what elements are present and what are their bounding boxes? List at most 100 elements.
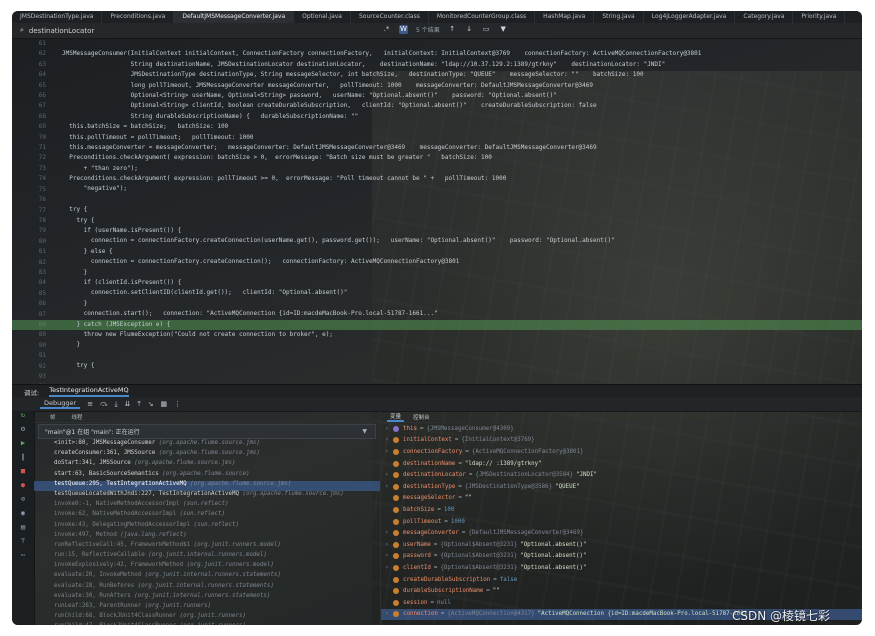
editor-tab[interactable]: Preconditions.java xyxy=(102,11,175,23)
editor-tab[interactable]: JMSDestinationType.java xyxy=(12,11,103,23)
trace-stream-icon[interactable]: ⋮ xyxy=(174,400,181,408)
stack-frame[interactable]: invoke:43, DelegatingMethodAccessorImpl … xyxy=(34,522,380,532)
stack-frame[interactable]: evaluate:28, RunBefores (org.junit.inter… xyxy=(34,583,380,593)
editor-tab[interactable]: HashMap.java xyxy=(535,11,595,23)
variable-row[interactable]: › connectionFactory = {ActiveMQConnectionFa… xyxy=(381,446,862,458)
rerun-icon[interactable]: ↻ xyxy=(12,411,34,425)
pause-icon[interactable]: ∥ xyxy=(12,453,34,467)
whole-word-toggle-icon[interactable]: W xyxy=(399,25,408,34)
variable-row[interactable]: › clientId = {Optional$Absent@3231} "Optiona… xyxy=(381,562,862,574)
run-to-cursor-icon[interactable]: ↘ xyxy=(148,400,154,408)
find-input[interactable]: destinationLocator xyxy=(29,27,94,35)
stack-frame[interactable]: evaluate:30, RunAfters (org.junit.intern… xyxy=(34,593,380,603)
more-icon[interactable]: ⋯ xyxy=(12,551,34,565)
editor-tab[interactable]: SourceCounter.class xyxy=(351,11,429,23)
stack-frame[interactable]: evaluate:20, InvokeMethod (org.junit.int… xyxy=(34,572,380,582)
editor-tab[interactable]: Log4jLoggerAdapter.java xyxy=(644,11,736,23)
expand-chevron-icon[interactable]: › xyxy=(385,472,393,478)
editor-tab[interactable]: DefaultJMSMessageConverter.java xyxy=(174,11,295,23)
select-all-occurrences-icon[interactable]: ▭ xyxy=(482,25,491,34)
filter-icon[interactable]: ▼ xyxy=(499,25,508,34)
editor-tab[interactable]: Priority.java xyxy=(793,11,846,23)
stop-icon[interactable]: ■ xyxy=(12,467,34,481)
variable-row[interactable]: createDurableSubscription = false xyxy=(381,574,862,586)
stack-frame[interactable]: invoke:497, Method (java.lang.reflect) xyxy=(34,532,380,542)
code-line: } xyxy=(62,341,81,349)
variable-row[interactable]: › initialContext = {InitialContext@3769} xyxy=(381,435,862,447)
debugger-tab[interactable]: Debugger xyxy=(40,399,81,409)
editor-tab[interactable]: Category.java xyxy=(735,11,794,23)
stack-frame[interactable]: runReflectiveCall:45, FrameworkMethod$1 … xyxy=(34,542,380,552)
variable-row[interactable]: › password = {Optional$Absent@3231} "Optiona… xyxy=(381,551,862,563)
stack-frame[interactable]: start:63, BasicSourceSemantics (org.apac… xyxy=(34,471,380,481)
variable-name: pollTimeout xyxy=(403,518,442,525)
code-editor[interactable]: 61 62 63 64 65 66 67 68 69 70 71 72 73 74 75 76 77 78 79 80… xyxy=(12,39,862,384)
expand-chevron-icon[interactable]: › xyxy=(385,611,393,617)
code-line: if (userName.isPresent()) { xyxy=(62,227,182,235)
step-out-icon[interactable]: ⤒ xyxy=(138,400,141,409)
stack-frame[interactable]: runLeaf:263, ParentRunner (org.junit.run… xyxy=(34,603,380,613)
variable-name: this xyxy=(403,425,417,432)
code-line: this.pollTimeout = pollTimeout; pollTime… xyxy=(62,133,254,141)
editor-tab[interactable]: String.java xyxy=(594,11,644,23)
evaluate-expression-icon[interactable]: ▦ xyxy=(161,400,168,408)
variable-row[interactable]: batchSize = 100 xyxy=(381,504,862,516)
variable-row[interactable]: › this = {JMSMessageConsumer@4309} xyxy=(381,423,862,435)
next-match-icon[interactable]: ↓ xyxy=(465,25,474,34)
mute-breakpoints-icon[interactable]: ⊘ xyxy=(12,495,34,509)
stack-frame[interactable]: <init>:80, JMSMessageConsumer (org.apach… xyxy=(34,440,380,450)
variable-row[interactable]: durableSubscriptionName = "" xyxy=(381,585,862,597)
stack-frame[interactable]: createConsumer:361, JMSSource (org.apach… xyxy=(34,450,380,460)
variable-row[interactable]: › destinationType = {JMSDestinationType@358… xyxy=(381,481,862,493)
expand-chevron-icon[interactable]: › xyxy=(385,449,393,455)
expand-chevron-icon[interactable]: › xyxy=(385,426,393,432)
console-tab[interactable]: 控制台 xyxy=(410,413,433,421)
stack-frame[interactable]: runChild:47, BlockJUnit4ClassRunner (org… xyxy=(34,623,380,625)
expand-chevron-icon[interactable]: › xyxy=(385,542,393,548)
run-config-tab[interactable]: TestIntegrationActiveMQ xyxy=(49,386,129,397)
line-number: 69 xyxy=(38,123,46,131)
camera-icon[interactable]: ◉ xyxy=(12,509,34,523)
resume-icon[interactable]: ▶ xyxy=(12,439,34,453)
line-number: 83 xyxy=(38,268,46,276)
variable-row[interactable]: › messageConverter = {DefaultJMSMessageConv… xyxy=(381,527,862,539)
frame-package: (org.junit.runners) xyxy=(179,613,246,620)
previous-match-icon[interactable]: ↑ xyxy=(448,25,457,34)
filter-icon[interactable]: ▼ xyxy=(362,428,367,435)
stack-frame[interactable]: testQueue:295, TestIntegrationActiveMQ (… xyxy=(34,480,380,491)
show-execution-point-icon[interactable]: ≡ xyxy=(87,400,93,408)
pin-icon[interactable]: ⊤ xyxy=(12,537,34,551)
stack-frame[interactable]: runChild:68, BlockJUnit4ClassRunner (org… xyxy=(34,613,380,623)
force-step-into-icon[interactable]: ⇊ xyxy=(125,400,131,408)
stack-frame[interactable]: doStart:341, JMSSource (org.apache.flume… xyxy=(34,460,380,470)
view-breakpoints-icon[interactable]: ● xyxy=(12,481,34,495)
step-over-icon[interactable]: ⤼ xyxy=(100,400,107,409)
stack-frame[interactable]: testQueueLocatedWithJndi:227, TestIntegr… xyxy=(34,491,380,501)
variables-tab[interactable]: 变量 xyxy=(387,412,405,422)
variable-row[interactable]: messageSelector = "" xyxy=(381,493,862,505)
variable-name: batchSize xyxy=(403,506,435,513)
frames-tab[interactable]: 帧 xyxy=(50,413,56,421)
variable-row[interactable]: destinationName = "ldap:// :1389/gtrkny" xyxy=(381,458,862,470)
regex-toggle-icon[interactable]: .* xyxy=(382,25,391,34)
expand-chevron-icon[interactable]: › xyxy=(385,553,393,559)
expand-chevron-icon[interactable]: › xyxy=(385,565,393,571)
expand-chevron-icon[interactable]: › xyxy=(385,437,393,443)
variable-row[interactable]: › destinationLocator = {JMSDestinationLocat… xyxy=(381,469,862,481)
expand-chevron-icon[interactable]: › xyxy=(385,484,393,490)
restore-layout-icon[interactable]: ▤ xyxy=(12,523,34,537)
variable-row[interactable]: › userName = {Optional$Absent@3231} "Optiona… xyxy=(381,539,862,551)
stack-frame[interactable]: run:15, ReflectiveCallable (org.junit.in… xyxy=(34,552,380,562)
threads-tab[interactable]: 线程 xyxy=(72,413,83,421)
settings-icon[interactable]: ⚙ xyxy=(12,425,34,439)
step-into-icon[interactable]: ⤓ xyxy=(115,400,118,409)
stack-frame[interactable]: invoke:62, NativeMethodAccessorImpl (sun… xyxy=(34,511,380,521)
variable-row[interactable]: pollTimeout = 1000 xyxy=(381,516,862,528)
expand-chevron-icon[interactable]: › xyxy=(385,530,393,536)
stack-frame[interactable]: invokeExplosively:42, FrameworkMethod (o… xyxy=(34,562,380,572)
editor-tab[interactable]: Optional.java xyxy=(294,11,351,23)
thread-selector[interactable]: "main"@1 在组 "main": 正在运行 ▼ xyxy=(38,424,376,439)
editor-tab[interactable]: MonitoredCounterGroup.class xyxy=(429,11,536,23)
stack-frame[interactable]: invoke0:-1, NativeMethodAccessorImpl (su… xyxy=(34,501,380,511)
